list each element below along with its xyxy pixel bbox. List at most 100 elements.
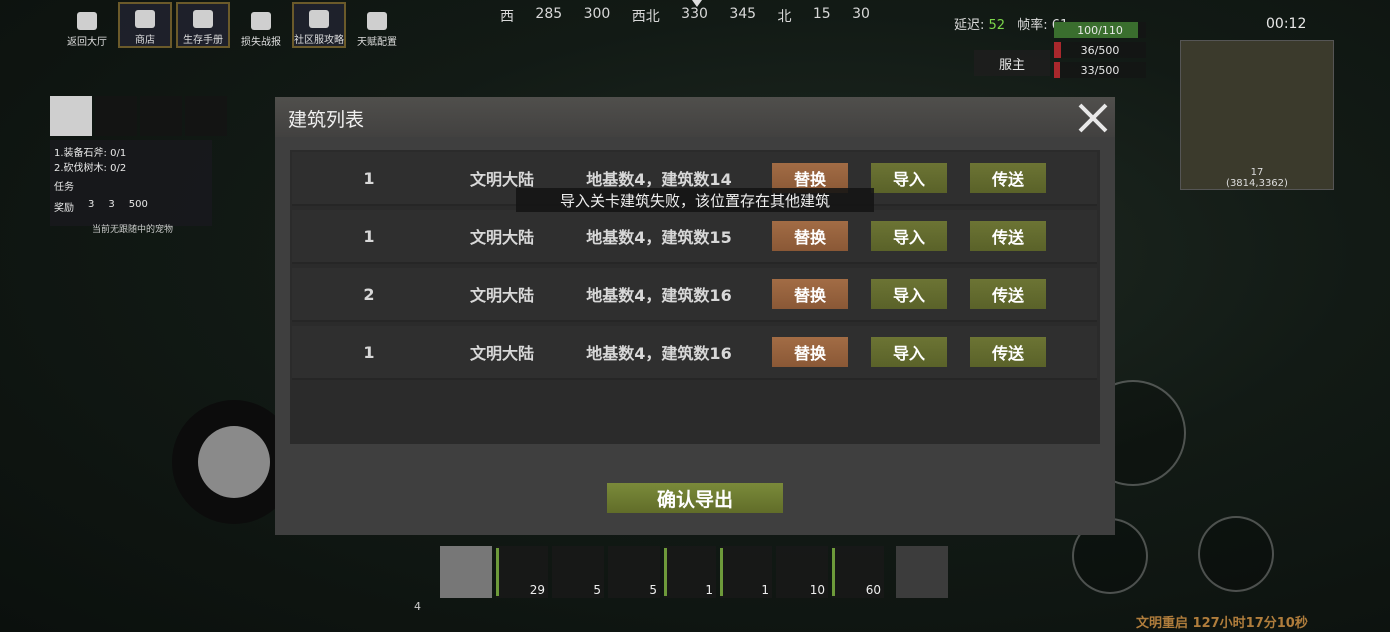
compass: 西 285 300 西北 330 345 北 15 30 [500,6,870,30]
quest-reward-label: 奖励 [54,203,74,214]
replace-button[interactable]: 替换 [772,279,848,309]
hotbar-slot[interactable]: 1 [720,546,772,598]
minimap-coords: 17 (3814,3362) [1181,167,1333,189]
compass-tick: 330 [681,6,708,22]
hotbar-slot[interactable]: 60 [832,546,884,598]
replace-button[interactable]: 替换 [772,221,848,251]
dialog-title: 建筑列表 [288,109,365,131]
compass-tick: 285 [535,6,563,22]
tab-team-1[interactable] [95,96,137,136]
network-stats: 延迟: 52 帧率: 61 [954,14,1068,33]
import-button[interactable]: 导入 [871,337,947,367]
latency-label: 延迟: [954,18,985,33]
health-bar: 100/110 [1054,22,1146,38]
map-book-icon [309,10,329,28]
quest-task-label: 任务 [54,182,74,193]
quest-item: 1.装备石斧: 0/1 [54,148,127,159]
left-tabs [50,96,227,136]
building-row: 1 文明大陆 地基数4，建筑数16 替换 导入 传送 [292,326,1097,380]
quest-reward-count: 3 [108,199,115,210]
talent-config-button[interactable]: 天赋配置 [350,2,404,48]
quest-reward-count: 500 [128,199,148,210]
tab-home[interactable] [50,96,92,136]
loss-report-button[interactable]: 损失战报 [234,2,288,48]
row-map: 文明大陆 [469,286,534,305]
community-guide-button[interactable]: 社区服攻略 [292,2,346,48]
hunger-fill [1054,42,1061,58]
row-number: 2 [363,284,375,304]
hotbar-slot[interactable]: 1 [664,546,716,598]
import-button[interactable]: 导入 [871,221,947,251]
replace-button[interactable]: 替换 [772,337,848,367]
minimap[interactable]: 17 (3814,3362) [1180,40,1334,190]
error-toast: 导入关卡建筑失败，该位置存在其他建筑 [516,188,874,212]
restart-timer: 文明重启 127小时17分10秒 [1136,616,1308,631]
compass-tick: 345 [729,6,757,22]
shop-icon [135,10,155,28]
hunger-bar: 36/500 [1054,42,1146,58]
vitals-bars: 100/110 36/500 33/500 [1054,22,1146,82]
broken-icon [251,12,271,30]
close-icon[interactable] [1075,100,1111,136]
building-row: 1 文明大陆 地基数4，建筑数15 替换 导入 传送 [292,210,1097,264]
hotbar-slot[interactable]: 29 [496,546,548,598]
teleport-button[interactable]: 传送 [970,163,1046,193]
crouch-button[interactable] [1198,516,1274,592]
import-button[interactable]: 导入 [871,163,947,193]
compass-tick: 15 [812,6,831,22]
quest-panel: 1.装备石斧: 0/1 2.砍伐树木: 0/2 任务 奖励 3 3 500 [50,140,212,226]
top-toolbar: 返回大厅 商店 生存手册 损失战报 社区服攻略 天赋配置 [60,2,404,50]
quest-reward-count: 3 [88,199,95,210]
dialog-header: 建筑列表 [275,97,1115,137]
thirst-bar: 33/500 [1054,62,1146,78]
compass-tick: 30 [852,6,870,22]
hotbar-slot[interactable]: 5 [608,546,660,598]
row-number: 1 [363,168,375,188]
server-owner-label: 服主 [974,50,1050,76]
home-icon [77,12,97,30]
durability-bar [832,548,835,596]
row-number: 1 [363,226,375,246]
quest-reward-row: 奖励 3 3 500 [54,199,208,214]
compass-tick: 西 [500,9,514,25]
talent-icon [367,12,387,30]
row-map: 文明大陆 [469,228,534,247]
back-to-lobby-button[interactable]: 返回大厅 [60,2,114,48]
thirst-fill [1054,62,1061,78]
row-info: 地基数4，建筑数16 [586,286,732,305]
book-icon [193,10,213,28]
building-row: 2 文明大陆 地基数4，建筑数16 替换 导入 传送 [292,268,1097,322]
hotbar-slot[interactable] [440,546,492,598]
import-button[interactable]: 导入 [871,279,947,309]
row-info: 地基数4，建筑数15 [586,228,732,247]
craft-button[interactable] [896,546,948,598]
hotbar: 29 5 5 1 1 10 60 [440,546,948,598]
confirm-export-button[interactable]: 确认导出 [607,483,783,513]
compass-tick: 西北 [631,9,660,25]
teleport-button[interactable]: 传送 [970,221,1046,251]
row-number: 1 [363,342,375,362]
clock: 00:12 [1266,16,1307,32]
teleport-button[interactable]: 传送 [970,337,1046,367]
row-info: 地基数4，建筑数16 [586,344,732,363]
hotbar-slot[interactable]: 5 [552,546,604,598]
compass-tick: 北 [777,9,792,25]
hotbar-page: 4 [414,600,421,613]
minimap-level: 17 [1250,167,1264,178]
tab-team-2[interactable] [140,96,182,136]
durability-bar [496,548,499,596]
quest-item: 2.砍伐树木: 0/2 [54,163,127,174]
minimap-position: (3814,3362) [1226,178,1288,189]
durability-bar [664,548,667,596]
shop-button[interactable]: 商店 [118,2,172,48]
teleport-button[interactable]: 传送 [970,279,1046,309]
hotbar-slot[interactable]: 10 [776,546,828,598]
building-list-dialog: 建筑列表 1 文明大陆 地基数4，建筑数14 替换 导入 传送 1 文明大陆 地… [275,97,1115,535]
compass-tick: 300 [583,6,611,22]
tab-team-3[interactable] [185,96,227,136]
row-map: 文明大陆 [469,344,534,363]
latency-value: 52 [988,18,1006,33]
survival-manual-button[interactable]: 生存手册 [176,2,230,48]
durability-bar [720,548,723,596]
pet-status: 当前无跟随中的宠物 [92,225,174,235]
